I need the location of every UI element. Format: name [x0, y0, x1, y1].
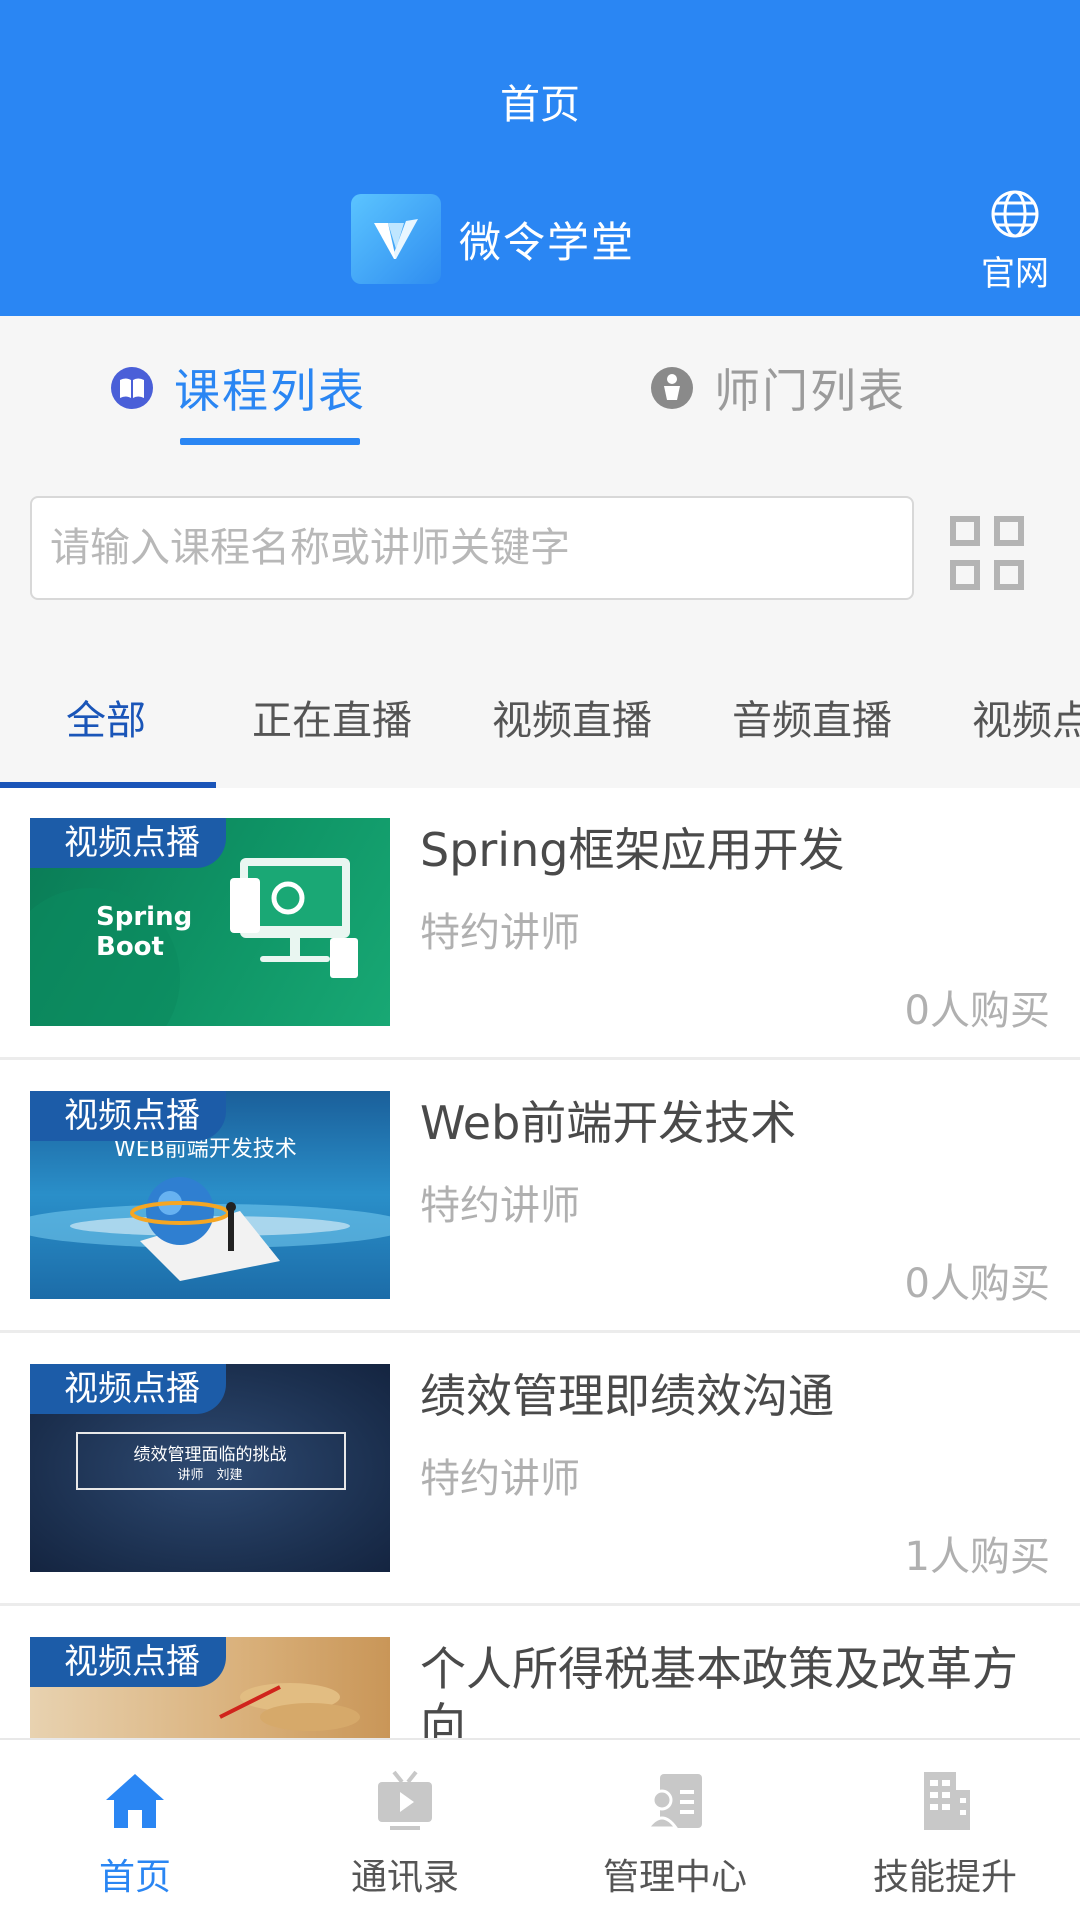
thumb-caption: 绩效管理面临的挑战: [133, 1445, 287, 1465]
course-title: Web前端开发技术: [420, 1096, 797, 1150]
website-label: 官网: [981, 254, 1049, 294]
contact-card-icon: [645, 1774, 702, 1830]
home-icon: [106, 1774, 164, 1828]
grid-icon-cell: [994, 560, 1024, 590]
page-title: 首页: [500, 82, 580, 128]
brand: 微令学堂: [351, 194, 635, 284]
tv-icon: [378, 1770, 432, 1830]
grid-icon: [950, 516, 980, 546]
course-teacher: 特约讲师: [420, 1456, 580, 1502]
search-area: [0, 466, 1080, 646]
course-thumbnail: Spring Boot 视频点播: [30, 818, 390, 1026]
tab-course-list-label: 课程列表: [174, 364, 366, 418]
segment-active-indicator: [180, 438, 360, 445]
course-sales-count: 0人购买: [904, 1261, 1050, 1307]
tab-mentor-list-label: 师门列表: [714, 364, 906, 418]
globe-icon: [991, 190, 1039, 238]
nav-contacts-label: 通讯录: [350, 1857, 459, 1898]
tab-category-audio-live[interactable]: 音频直播: [732, 688, 892, 746]
course-title: 个人所得税基本政策及改革方向: [420, 1642, 1018, 1738]
tab-course-list[interactable]: 课程列表: [110, 356, 366, 420]
course-title: 绩效管理即绩效沟通: [420, 1369, 834, 1423]
course-item[interactable]: 绩效管理面临的挑战 讲师 刘建 视频点播 绩效管理即绩效沟通 特约讲师 1人购买: [0, 1334, 1080, 1606]
tab-category-vod[interactable]: 视频点播: [972, 688, 1080, 746]
course-thumbnail: WEB前端开发技术 视频点播: [30, 1091, 390, 1299]
nav-home[interactable]: 首页: [0, 1768, 270, 1900]
nav-contacts[interactable]: 通讯录: [270, 1768, 540, 1900]
course-type-badge: 视频点播: [30, 1364, 226, 1414]
thumb-subcaption: 讲师 刘建: [177, 1468, 243, 1483]
thumb-caption: Spring Boot: [96, 902, 193, 962]
brand-name: 微令学堂: [459, 217, 636, 267]
course-teacher: 特约讲师: [420, 1183, 580, 1229]
course-item[interactable]: 视频点播 个人所得税基本政策及改革方向: [0, 1607, 1080, 1738]
nav-management[interactable]: 管理中心: [540, 1768, 810, 1900]
website-button[interactable]: 官网: [970, 188, 1060, 295]
book-icon: [111, 367, 153, 409]
grid-icon-cell: [994, 516, 1024, 546]
course-type-badge: 视频点播: [30, 818, 226, 868]
category-tabs: 全部 正在直播 视频直播 音频直播 视频点播: [0, 646, 1080, 788]
segment-tabs: 课程列表 师门列表: [0, 316, 1080, 466]
nav-management-label: 管理中心: [602, 1857, 747, 1898]
nav-home-label: 首页: [98, 1857, 171, 1898]
course-type-badge: 视频点播: [30, 1637, 226, 1687]
course-thumbnail: 绩效管理面临的挑战 讲师 刘建 视频点播: [30, 1364, 390, 1572]
building-icon: [924, 1772, 970, 1830]
course-item[interactable]: Spring Boot 视频点播 Spring框架应用开发 特约讲师 0人购买: [0, 788, 1080, 1060]
course-type-badge: 视频点播: [30, 1091, 226, 1141]
nav-skills[interactable]: 技能提升: [810, 1768, 1080, 1900]
tab-category-all[interactable]: 全部: [66, 688, 146, 746]
course-thumbnail: 视频点播: [30, 1637, 390, 1738]
course-item[interactable]: WEB前端开发技术 视频点播 Web前端开发技术 特约讲师 0人购买: [0, 1061, 1080, 1333]
brand-logo-icon: [351, 194, 441, 284]
app-header: 首页 微令学堂 官网: [0, 0, 1080, 316]
nav-skills-label: 技能提升: [872, 1857, 1017, 1898]
grid-icon-cell: [950, 560, 980, 590]
tab-category-live-now[interactable]: 正在直播: [252, 688, 412, 746]
course-teacher: 特约讲师: [420, 910, 580, 956]
course-sales-count: 0人购买: [904, 988, 1050, 1034]
course-title: Spring框架应用开发: [420, 823, 845, 877]
tab-mentor-list[interactable]: 师门列表: [650, 356, 906, 420]
course-list: Spring Boot 视频点播 Spring框架应用开发 特约讲师 0人购买 …: [0, 788, 1080, 1738]
grid-view-button[interactable]: [950, 516, 1030, 596]
person-icon: [651, 367, 693, 409]
search-input[interactable]: [30, 496, 914, 600]
course-sales-count: 1人购买: [904, 1534, 1050, 1580]
tab-category-video-live[interactable]: 视频直播: [492, 688, 652, 746]
bottom-nav: 首页 通讯录 管理中心 技能提升: [0, 1738, 1080, 1920]
